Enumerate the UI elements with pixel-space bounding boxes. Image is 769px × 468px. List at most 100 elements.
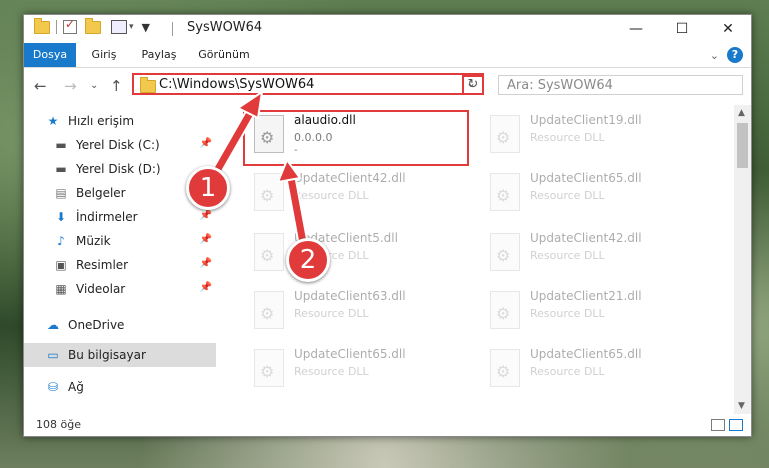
sidebar-item-label: Bu bilgisayar bbox=[68, 348, 146, 362]
address-path: C:\Windows\SysWOW64 bbox=[159, 77, 315, 92]
tab-gorunum[interactable]: Görünüm bbox=[194, 43, 254, 67]
sidebar-item-music[interactable]: ♪ Müzik 📌 bbox=[24, 229, 216, 253]
close-icon: ✕ bbox=[722, 21, 734, 37]
scroll-thumb[interactable] bbox=[737, 123, 748, 168]
minimize-icon: — bbox=[629, 21, 643, 37]
details-view-icon[interactable] bbox=[711, 419, 725, 431]
minimize-button[interactable]: — bbox=[613, 15, 659, 43]
document-icon: ▤ bbox=[55, 186, 67, 200]
ribbon-controls: ⌄ ? bbox=[710, 47, 743, 63]
sidebar-item-this-pc[interactable]: ▭ Bu bilgisayar bbox=[24, 343, 216, 367]
refresh-button[interactable]: ↻ bbox=[462, 75, 484, 95]
back-arrow-icon[interactable]: ← bbox=[34, 77, 47, 95]
tab-giris[interactable]: Giriş bbox=[84, 43, 124, 67]
folder-icon bbox=[34, 17, 50, 34]
ribbon-tabs: Dosya Giriş Paylaş Görünüm ⌄ ? bbox=[24, 43, 751, 68]
dll-file-icon bbox=[490, 349, 520, 387]
sidebar-item-label: Belgeler bbox=[76, 186, 126, 200]
sidebar-item-label: Yerel Disk (C:) bbox=[76, 138, 160, 152]
network-icon: ⛁ bbox=[47, 380, 59, 394]
search-input[interactable]: Ara: SysWOW64 bbox=[498, 75, 743, 95]
folder-icon bbox=[140, 77, 156, 93]
scroll-up-icon[interactable]: ▲ bbox=[738, 108, 745, 118]
file-type: Resource DLL bbox=[294, 189, 369, 202]
divider bbox=[172, 22, 173, 36]
dll-file-icon bbox=[254, 291, 284, 329]
tab-dosya[interactable]: Dosya bbox=[24, 43, 76, 67]
dll-file-icon bbox=[490, 115, 520, 153]
file-item[interactable]: UpdateClient19.dll Resource DLL bbox=[482, 111, 712, 159]
tab-paylas[interactable]: Paylaş bbox=[134, 43, 184, 67]
file-explorer-window: ▾ ▼ SysWOW64 — ☐ ✕ Dosya Giriş Paylaş Gö… bbox=[23, 14, 752, 437]
cloud-icon: ☁ bbox=[47, 318, 59, 332]
item-count: 108 öğe bbox=[36, 418, 81, 431]
rename-icon[interactable] bbox=[111, 20, 127, 34]
drive-icon: ▬ bbox=[55, 162, 67, 176]
sidebar-item-label: Resimler bbox=[76, 258, 129, 272]
qa-dropdown-icon[interactable]: ▼ bbox=[142, 21, 150, 34]
window-title: SysWOW64 bbox=[187, 20, 263, 35]
title-bar: ▾ ▼ SysWOW64 — ☐ ✕ bbox=[24, 15, 751, 43]
pin-icon[interactable]: 📌 bbox=[200, 210, 212, 221]
customize-dropdown-icon[interactable]: ▾ bbox=[129, 22, 134, 32]
file-name: UpdateClient65.dll bbox=[294, 347, 406, 361]
file-item[interactable]: UpdateClient21.dll Resource DLL bbox=[482, 287, 712, 335]
file-name: UpdateClient21.dll bbox=[530, 289, 642, 303]
file-item[interactable]: UpdateClient5.dll Resource DLL bbox=[246, 229, 476, 277]
up-arrow-icon[interactable]: ↑ bbox=[110, 77, 123, 95]
file-item[interactable]: UpdateClient63.dll Resource DLL bbox=[246, 287, 476, 335]
file-item[interactable]: UpdateClient42.dll Resource DLL bbox=[482, 229, 712, 277]
divider bbox=[56, 20, 57, 34]
sidebar-item-local-disk-d[interactable]: ▬ Yerel Disk (D:) bbox=[24, 157, 216, 181]
sidebar-item-network[interactable]: ⛁ Ağ bbox=[24, 375, 216, 399]
forward-arrow-icon[interactable]: → bbox=[64, 77, 77, 95]
sidebar-item-label: Hızlı erişim bbox=[68, 114, 135, 128]
pin-icon[interactable]: 📌 bbox=[200, 234, 212, 245]
scroll-down-icon[interactable]: ▼ bbox=[738, 401, 745, 411]
sidebar-item-onedrive[interactable]: ☁ OneDrive bbox=[24, 313, 216, 337]
quick-access-toolbar: ▾ ▼ bbox=[34, 17, 150, 34]
dll-file-icon bbox=[490, 173, 520, 211]
expand-ribbon-icon[interactable]: ⌄ bbox=[710, 49, 719, 62]
help-icon[interactable]: ? bbox=[727, 47, 743, 63]
file-item[interactable]: UpdateClient65.dll Resource DLL bbox=[482, 345, 712, 393]
file-item[interactable]: UpdateClient42.dll Resource DLL bbox=[246, 169, 476, 217]
navigation-bar: ← → ⌄ ↑ C:\Windows\SysWOW64 ⌄ ↻ Ara: Sys… bbox=[24, 68, 751, 102]
navigation-pane: ★ Hızlı erişim ▬ Yerel Disk (C:) 📌 ▬ Yer… bbox=[24, 105, 216, 400]
file-name: UpdateClient63.dll bbox=[294, 289, 406, 303]
sidebar-item-quick-access[interactable]: ★ Hızlı erişim bbox=[24, 109, 216, 133]
new-folder-icon[interactable] bbox=[85, 17, 101, 34]
file-name: UpdateClient19.dll bbox=[530, 113, 642, 127]
sidebar-item-label: OneDrive bbox=[68, 318, 125, 332]
refresh-icon: ↻ bbox=[467, 77, 479, 92]
file-type: Resource DLL bbox=[530, 249, 605, 262]
file-type: Resource DLL bbox=[530, 365, 605, 378]
file-type: Resource DLL bbox=[530, 131, 605, 144]
computer-icon: ▭ bbox=[47, 348, 59, 362]
sidebar-item-label: Müzik bbox=[76, 234, 111, 248]
address-bar[interactable]: C:\Windows\SysWOW64 ⌄ bbox=[132, 73, 484, 95]
sidebar-item-label: Yerel Disk (D:) bbox=[76, 162, 161, 176]
file-name: UpdateClient42.dll bbox=[294, 171, 406, 185]
file-type: Resource DLL bbox=[530, 189, 605, 202]
pin-icon[interactable]: 📌 bbox=[200, 138, 212, 149]
pin-icon[interactable]: 📌 bbox=[200, 258, 212, 269]
maximize-button[interactable]: ☐ bbox=[659, 15, 705, 43]
recent-locations-icon[interactable]: ⌄ bbox=[90, 80, 98, 91]
sidebar-item-videos[interactable]: ▦ Videolar 📌 bbox=[24, 277, 216, 301]
file-item[interactable]: UpdateClient65.dll Resource DLL bbox=[246, 345, 476, 393]
dll-file-icon bbox=[254, 349, 284, 387]
sidebar-item-downloads[interactable]: ⬇ İndirmeler 📌 bbox=[24, 205, 216, 229]
dll-file-icon bbox=[490, 291, 520, 329]
sidebar-item-pictures[interactable]: ▣ Resimler 📌 bbox=[24, 253, 216, 277]
pin-icon[interactable]: 📌 bbox=[200, 282, 212, 293]
close-button[interactable]: ✕ bbox=[705, 15, 751, 43]
large-icons-view-icon[interactable] bbox=[729, 419, 743, 431]
file-type: Resource DLL bbox=[294, 365, 369, 378]
properties-check-icon[interactable] bbox=[63, 17, 77, 34]
file-item[interactable]: UpdateClient65.dll Resource DLL bbox=[482, 169, 712, 217]
sidebar-item-label: Videolar bbox=[76, 282, 126, 296]
vertical-scrollbar[interactable]: ▲ ▼ bbox=[734, 105, 751, 414]
step-1-badge: 1 bbox=[186, 166, 230, 210]
sidebar-item-local-disk-c[interactable]: ▬ Yerel Disk (C:) 📌 bbox=[24, 133, 216, 157]
